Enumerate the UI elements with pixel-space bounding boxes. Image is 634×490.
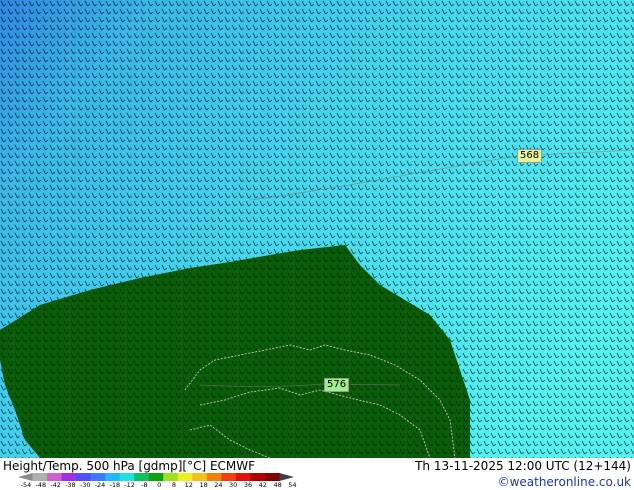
colorbar-swatch	[32, 473, 48, 481]
colorbar-swatch	[264, 473, 280, 481]
colorbar-swatch	[119, 473, 135, 481]
colorbar-tick-label: -38	[65, 481, 76, 489]
colorbar-tick-label: 24	[214, 481, 223, 489]
colorbar-tick-label: 42	[258, 481, 267, 489]
map-graphic	[0, 0, 634, 458]
colorbar-swatch	[177, 473, 193, 481]
colorbar-swatch	[61, 473, 77, 481]
colorbar-swatch	[18, 473, 33, 481]
colorbar-swatch	[221, 473, 237, 481]
valid-time: Th 13-11-2025 12:00 UTC (12+144)	[415, 459, 631, 473]
colorbar-tick-label: -42	[50, 481, 61, 489]
colorbar-swatch	[235, 473, 251, 481]
colorbar-swatch	[148, 473, 164, 481]
colorbar-ticks: -54 -48 -42 -38 -30 -24 -18 -12 -8 0 8 12 18 24 30 36 42…	[0, 481, 320, 490]
colorbar-tick-label: -54	[20, 481, 32, 489]
map-footer: Height/Temp. 500 hPa [gdmp][°C] ECMWF Th…	[0, 458, 634, 490]
colorbar-swatch	[206, 473, 222, 481]
colorbar-tick-label: 12	[184, 481, 193, 489]
colorbar-tick-label: -24	[94, 481, 106, 489]
colorbar-tick-label: 0	[157, 481, 162, 489]
colorbar-swatch	[163, 473, 179, 481]
colorbar-swatch	[192, 473, 208, 481]
colorbar-swatch	[47, 473, 63, 481]
colorbar-swatch	[250, 473, 266, 481]
colorbar	[18, 473, 294, 481]
colorbar-swatch	[90, 473, 106, 481]
colorbar-tick-label: 36	[243, 481, 253, 489]
colorbar-tick-label: -18	[109, 481, 121, 489]
weather-map: 568 576	[0, 0, 634, 458]
colorbar-tick-label: -48	[35, 481, 47, 489]
product-title: Height/Temp. 500 hPa [gdmp][°C] ECMWF	[3, 459, 256, 473]
colorbar-tick-label: -12	[124, 481, 135, 489]
colorbar-swatch	[279, 473, 294, 481]
colorbar-tick-label: 18	[199, 481, 208, 489]
contour-label-568: 568	[517, 149, 543, 163]
colorbar-tick-label: 8	[171, 481, 177, 489]
colorbar-swatch	[105, 473, 121, 481]
colorbar-tick-label: -8	[141, 481, 148, 489]
colorbar-swatch	[76, 473, 92, 481]
colorbar-swatch	[134, 473, 150, 481]
colorbar-tick-label: 48	[273, 481, 282, 489]
contour-label-576: 576	[324, 378, 350, 392]
copyright-link[interactable]: ©weatheronline.co.uk	[498, 475, 631, 489]
colorbar-tick-label: 30	[229, 481, 238, 489]
colorbar-tick-label: -30	[79, 481, 91, 489]
colorbar-tick-label: 54	[288, 481, 297, 489]
